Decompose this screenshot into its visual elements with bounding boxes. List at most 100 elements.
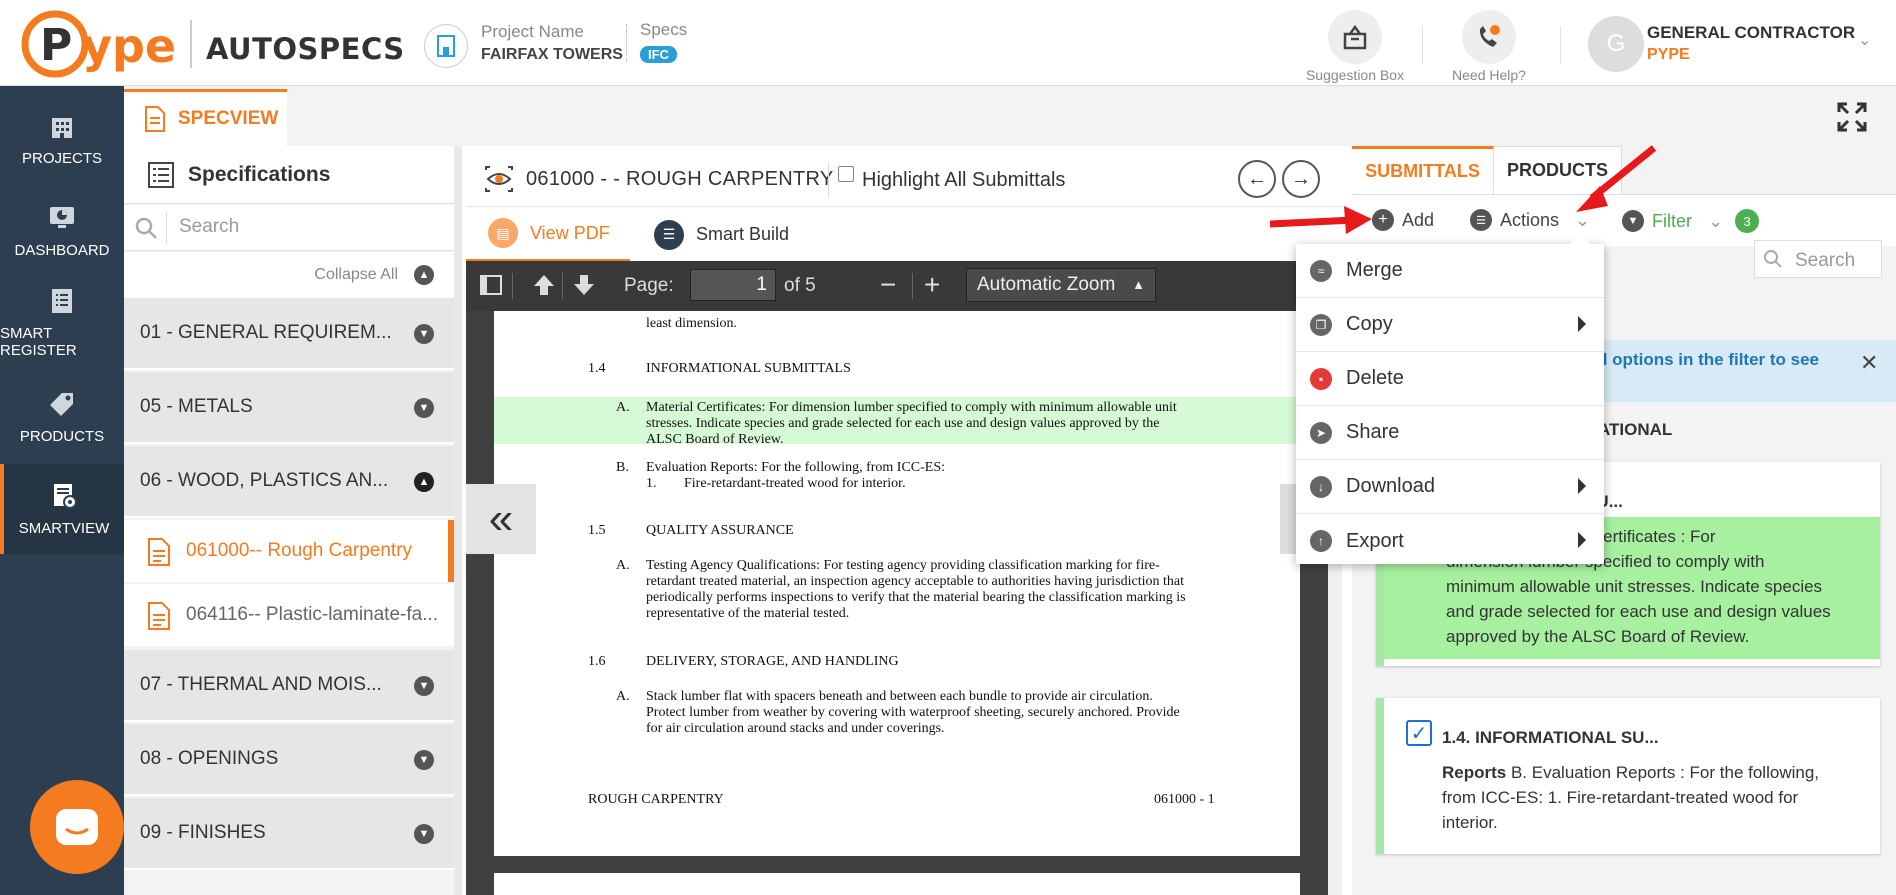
submittal-card[interactable]: ✓ 1.4. INFORMATIONAL SU... Reports B. Ev… [1376, 698, 1880, 854]
logo-divider [190, 20, 192, 68]
tab-submittals[interactable]: SUBMITTALS [1352, 146, 1494, 194]
toolbar-divider [512, 273, 513, 299]
division-row[interactable]: 08 - OPENINGS ▼ [124, 724, 454, 796]
project-name-value[interactable]: FAIRFAX TOWERS [481, 46, 623, 64]
card-body-line: interior. [1442, 813, 1498, 832]
scrollbar[interactable] [454, 146, 462, 895]
share-icon: ➤ [1310, 421, 1332, 444]
menu-item-share[interactable]: ➤ Share [1296, 406, 1604, 460]
arrow-up-icon[interactable] [532, 273, 556, 297]
submittal-card-body: Reports B. Evaluation Reports : For the … [1442, 760, 1819, 835]
pdf-text-line: periodically performs inspections to ver… [646, 590, 1186, 605]
filter-count-badge: 3 [1735, 209, 1760, 233]
section-row[interactable]: 061000-- Rough Carpentry [124, 520, 454, 582]
chevron-down-icon[interactable]: ▼ [414, 398, 434, 418]
product-name: AUTOSPECS [206, 32, 405, 66]
zoom-in-button[interactable]: + [924, 269, 940, 301]
tab-specview[interactable]: SPECVIEW [124, 89, 287, 146]
building-icon [52, 117, 72, 138]
card-body-line: B. Evaluation Reports : For the followin… [1506, 763, 1819, 782]
page-number-input[interactable]: 1 [690, 269, 776, 301]
specifications-title: Specifications [188, 162, 331, 186]
user-company: PYPE [1647, 46, 1690, 63]
tab-view-pdf[interactable]: ▤ View PDF [466, 207, 630, 262]
submittal-section-title: ATIONAL [1598, 420, 1673, 439]
specs-badge[interactable]: IFC [640, 46, 677, 63]
menu-item-delete[interactable]: ▪ Delete [1296, 352, 1604, 406]
avatar[interactable]: G [1588, 16, 1644, 72]
chevron-down-icon[interactable]: ▼ [414, 324, 434, 344]
division-row[interactable]: 09 - FINISHES ▼ [124, 798, 454, 870]
svg-text:P: P [40, 20, 72, 71]
division-row[interactable]: 05 - METALS ▼ [124, 372, 454, 444]
menu-item-copy[interactable]: ❐ Copy [1296, 298, 1604, 352]
specifications-panel: Specifications Search Collapse All ▲ 01 … [124, 146, 454, 895]
chevron-down-icon[interactable]: ▼ [414, 676, 434, 696]
tab-products[interactable]: PRODUCTS [1494, 146, 1622, 194]
menu-item-merge[interactable]: ≈ Merge [1296, 244, 1604, 298]
add-button[interactable]: + Add [1372, 209, 1434, 231]
page-count: of 5 [784, 275, 816, 296]
fullscreen-icon[interactable] [1837, 102, 1867, 140]
nav-dashboard[interactable]: DASHBOARD [0, 186, 124, 276]
pdf-text-line: stresses. Indicate species and grade sel… [646, 416, 1160, 431]
division-row[interactable]: 06 - WOOD, PLASTICS AN... ▲ [124, 446, 454, 518]
chat-button[interactable] [30, 780, 124, 874]
spec-search-input[interactable]: Search [166, 211, 446, 245]
division-row[interactable]: 07 - THERMAL AND MOIS... ▼ [124, 650, 454, 722]
list-icon [148, 161, 174, 188]
pdf-text-line: A. [616, 689, 630, 704]
chevron-up-icon[interactable]: ▲ [414, 472, 434, 492]
pdf-section-heading: DELIVERY, STORAGE, AND HANDLING [646, 654, 899, 669]
need-help-button[interactable] [1462, 10, 1516, 64]
nav-smart-register[interactable]: SMART REGISTER [0, 278, 124, 368]
division-row[interactable]: 01 - GENERAL REQUIREM... ▼ [124, 298, 454, 370]
suggestion-box-label: Suggestion Box [1305, 67, 1405, 83]
caret-right-icon [1578, 532, 1586, 548]
pdf-section-heading: QUALITY ASSURANCE [646, 523, 794, 538]
card-body-bold: Reports [1442, 763, 1507, 782]
chevron-down-icon[interactable]: ▼ [414, 824, 434, 844]
menu-item-download[interactable]: ↓ Download [1296, 460, 1604, 514]
suggestion-box-button[interactable] [1328, 10, 1382, 64]
chevron-down-icon[interactable]: ⌄ [1858, 30, 1871, 50]
menu-item-export[interactable]: ↑ Export [1296, 514, 1604, 568]
chevron-up-icon[interactable]: ▲ [414, 265, 434, 285]
nav-projects[interactable]: PROJECTS [0, 94, 124, 184]
pdf-section-number: 1.6 [588, 654, 606, 669]
zoom-out-button[interactable]: − [880, 269, 896, 301]
section-label: 061000-- Rough Carpentry [186, 540, 413, 561]
arrow-down-icon[interactable] [572, 273, 596, 297]
pdf-viewer[interactable]: least dimension. 1.4 INFORMATIONAL SUBMI… [466, 311, 1328, 895]
list-doc-icon [52, 289, 72, 313]
pype-logo[interactable]: P ype [20, 8, 195, 78]
document-header: 061000 - - ROUGH CARPENTRY Highlight All… [466, 154, 1344, 206]
user-name[interactable]: GENERAL CONTRACTOR [1647, 23, 1855, 43]
nav-products-label: PRODUCTS [19, 427, 105, 445]
sidebar-toggle-icon[interactable] [480, 274, 502, 296]
division-label: 09 - FINISHES [140, 822, 266, 843]
document-icon [148, 602, 170, 630]
actions-menu: ≈ Merge ❐ Copy ▪ Delete ➤ Share ↓ Downlo… [1296, 234, 1604, 564]
document-subtabs: ▤ View PDF ☰ Smart Build [466, 206, 1344, 262]
prev-section-button[interactable]: ← [1238, 160, 1276, 198]
submittal-checkbox[interactable]: ✓ [1406, 720, 1432, 746]
chevron-down-icon[interactable]: ▼ [414, 750, 434, 770]
next-section-button[interactable]: → [1282, 160, 1320, 198]
filter-button[interactable]: ▼ Filter ⌄ 3 [1622, 209, 1760, 233]
document-icon [145, 106, 165, 132]
collapse-panel-button[interactable]: « [466, 484, 536, 554]
chevron-down-icon: ⌄ [1575, 209, 1591, 230]
actions-button[interactable]: ☰ Actions ⌄ [1470, 209, 1590, 231]
submittal-search-input[interactable]: Search [1754, 240, 1882, 278]
close-icon[interactable]: ✕ [1860, 350, 1878, 376]
collapse-all-row[interactable]: Collapse All ▲ [124, 252, 454, 298]
zoom-select[interactable]: Automatic Zoom ▲︎ [966, 268, 1156, 302]
nav-products[interactable]: PRODUCTS [0, 372, 124, 462]
tab-smart-build[interactable]: ☰ Smart Build [654, 207, 814, 262]
highlight-all-checkbox[interactable] [838, 166, 854, 182]
svg-text:ype: ype [82, 19, 176, 73]
nav-smartview[interactable]: SMARTVIEW [0, 464, 124, 554]
view-tab-bar: SPECVIEW [124, 86, 1896, 146]
section-row[interactable]: 064116-- Plastic-laminate-fa... [124, 584, 454, 646]
